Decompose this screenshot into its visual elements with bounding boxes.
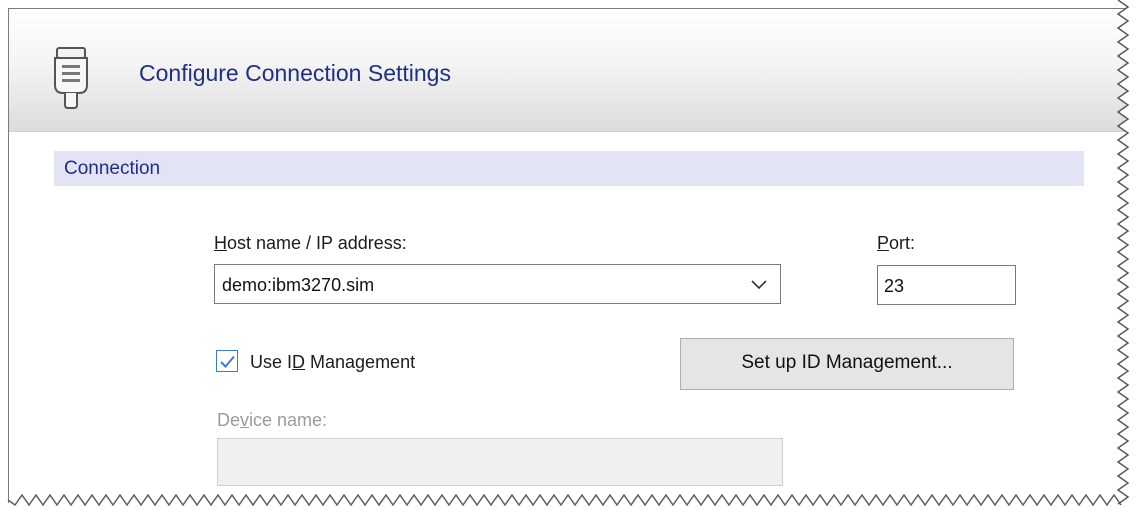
serial-connector-icon bbox=[54, 47, 88, 109]
section-header-connection: Connection bbox=[54, 151, 1084, 186]
host-name-value[interactable]: demo:ibm3270.sim bbox=[222, 275, 374, 296]
host-name-label: Host name / IP address: bbox=[214, 233, 407, 253]
section-title: Connection bbox=[64, 158, 161, 179]
host-name-combobox[interactable]: demo:ibm3270.sim bbox=[214, 264, 781, 304]
chevron-down-icon[interactable] bbox=[750, 278, 768, 290]
page-title: Configure Connection Settings bbox=[139, 60, 451, 86]
device-name-input bbox=[217, 438, 783, 486]
port-label: Port: bbox=[877, 233, 916, 253]
dialog-header: Configure Connection Settings bbox=[9, 9, 1127, 132]
port-value[interactable]: 23 bbox=[884, 276, 904, 297]
checkmark-icon bbox=[220, 355, 235, 368]
connection-settings-dialog: Configure Connection Settings Connection… bbox=[8, 8, 1127, 507]
port-input[interactable]: 23 bbox=[877, 265, 1016, 305]
use-id-management-label[interactable]: Use ID Management bbox=[250, 352, 415, 373]
use-id-management-checkbox[interactable] bbox=[216, 350, 238, 372]
setup-id-management-button[interactable]: Set up ID Management... bbox=[680, 338, 1014, 390]
device-name-label: Device name: bbox=[217, 410, 328, 430]
